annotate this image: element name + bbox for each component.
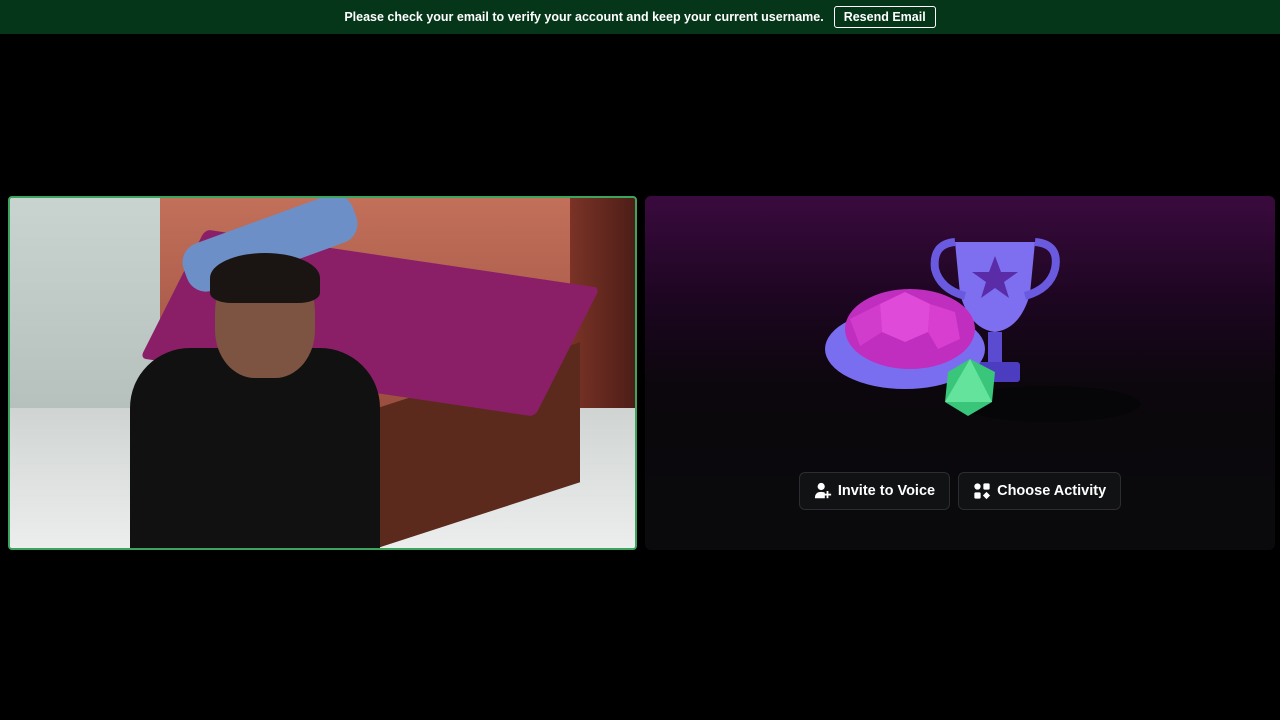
add-person-icon	[814, 482, 831, 499]
verify-email-message: Please check your email to verify your a…	[344, 10, 824, 24]
resend-email-button[interactable]: Resend Email	[833, 6, 936, 28]
video-person-body	[130, 348, 380, 548]
activity-illustration	[825, 238, 1140, 422]
choose-activity-label: Choose Activity	[997, 483, 1107, 499]
choose-activity-button[interactable]: Choose Activity	[958, 472, 1122, 510]
verify-email-banner: Please check your email to verify your a…	[0, 0, 1280, 34]
activity-icon	[974, 483, 991, 500]
video-person-headset	[210, 253, 320, 303]
activity-actions: Invite to Voice Choose Activity	[645, 472, 1275, 510]
activity-tile: Invite to Voice Choose Activity	[645, 196, 1275, 550]
webcam-video-tile[interactable]	[8, 196, 637, 550]
invite-to-voice-label: Invite to Voice	[837, 483, 936, 499]
invite-to-voice-button[interactable]: Invite to Voice	[798, 472, 951, 510]
